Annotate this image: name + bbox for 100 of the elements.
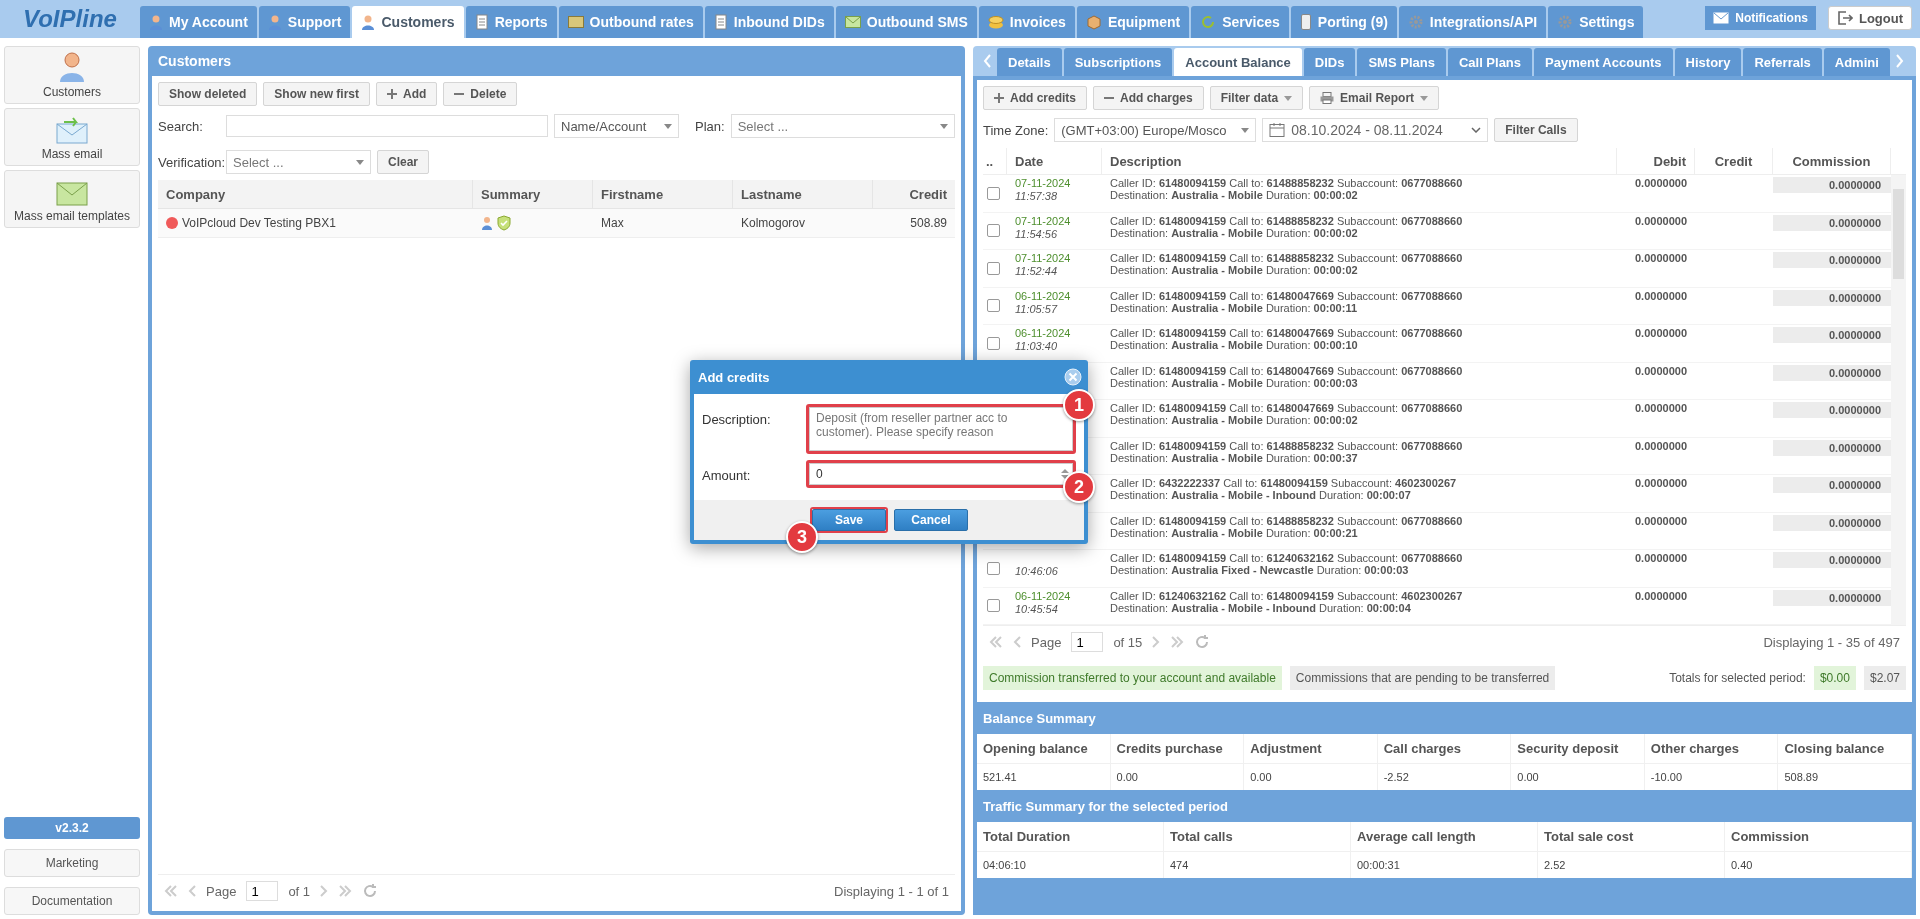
row-checkbox[interactable] <box>987 224 1000 238</box>
column-header[interactable]: Company <box>158 180 473 208</box>
table-cell-text: 0.0000000 <box>1634 288 1688 304</box>
refresh-icon[interactable] <box>1194 634 1211 650</box>
table-cell-text: 0.0000000 <box>1634 438 1688 454</box>
column-header[interactable]: .. <box>983 148 1007 174</box>
date-range-field[interactable]: 08.10.2024 - 08.11.2024 <box>1262 118 1489 142</box>
next-page-icon[interactable] <box>1152 635 1161 649</box>
row-checkbox[interactable] <box>987 599 1000 613</box>
sidebar-item[interactable]: Mass email templates <box>4 170 140 228</box>
envelope-icon <box>56 116 88 144</box>
page-count: of 15 <box>1113 634 1143 650</box>
column-header[interactable]: Lastname <box>733 180 873 208</box>
table-cell: 0.00 <box>1110 764 1245 790</box>
toolbar-button[interactable]: Show new first <box>263 82 371 106</box>
column-header[interactable]: Firstname <box>593 180 733 208</box>
sidebar-item[interactable]: Customers <box>4 46 140 104</box>
company-name: VoIPcloud Dev Testing PBX1 <box>182 216 336 230</box>
gear-icon <box>1557 14 1574 30</box>
row-checkbox[interactable] <box>987 299 1000 313</box>
column-header[interactable]: Summary <box>473 180 593 208</box>
previous-page-icon[interactable] <box>188 884 196 898</box>
sidebar-link[interactable]: Documentation <box>4 887 140 915</box>
column-header[interactable]: Commission <box>1773 148 1891 174</box>
previous-page-icon[interactable] <box>1013 635 1021 649</box>
page-count: of 1 <box>288 883 311 899</box>
sidebar-link[interactable]: Marketing <box>4 849 140 877</box>
phone-icon <box>1299 14 1312 30</box>
page-field[interactable]: 1 <box>246 881 279 901</box>
toolbar-button[interactable]: Filter data <box>1209 86 1304 110</box>
document-icon <box>713 14 728 30</box>
nav-tab[interactable]: Customers <box>352 6 464 38</box>
date-text: 06-11-2024 <box>1015 327 1072 340</box>
page-field[interactable]: 1 <box>1071 632 1104 652</box>
logout-button[interactable]: Logout <box>1827 6 1912 30</box>
cancel-button[interactable]: Cancel <box>894 509 968 531</box>
column-header[interactable]: Credit <box>1695 148 1773 174</box>
row-checkbox[interactable] <box>987 336 1000 350</box>
time-text: 10:45:54 <box>1015 602 1059 615</box>
time-text: 11:03:40 <box>1015 340 1058 352</box>
row-checkbox[interactable] <box>987 261 1000 275</box>
commission-cell: 0.0000000 <box>1773 177 1891 193</box>
description-field[interactable]: Deposit (from reseller partner acc to customer). Please specify reason <box>809 407 1073 451</box>
amount-field[interactable]: 0 <box>809 463 1073 485</box>
toolbar-button[interactable]: Email Report <box>1309 86 1440 110</box>
first-page-icon[interactable] <box>989 635 1003 649</box>
toolbar-button[interactable]: Delete <box>443 82 518 106</box>
total-value: $0.00 <box>1813 666 1856 690</box>
caret-icon <box>664 123 672 129</box>
close-icon[interactable] <box>1064 368 1082 386</box>
timezone-dropdown[interactable]: (GMT+03:00) Europe/Mosco <box>1054 118 1257 142</box>
column-header[interactable]: Description <box>1102 148 1617 174</box>
logo: VoIPline <box>22 4 118 34</box>
toolbar-button[interactable]: Show deleted <box>158 82 258 106</box>
column-header: Credits purchase <box>1110 734 1245 764</box>
save-button[interactable]: Save <box>812 509 886 531</box>
date-text: 07-11-2024 <box>1015 177 1072 190</box>
toolbar-button[interactable]: Add credits <box>983 86 1087 110</box>
scroll-right-icon[interactable] <box>1895 54 1904 68</box>
column-header[interactable]: Credit <box>873 180 955 208</box>
printer-icon <box>1320 92 1335 104</box>
call-details: Caller ID: 61480094159 Call to: 61480047669 Subaccount: 0677088660 <box>1110 402 1464 414</box>
table-cell: -10.00 <box>1644 764 1779 790</box>
legend-item: Commissions that are pending to be transferred <box>1289 666 1556 690</box>
total-value: $2.07 <box>1863 666 1906 690</box>
last-page-icon[interactable] <box>1170 635 1185 649</box>
search-field[interactable] <box>226 115 548 137</box>
page-label: Page <box>1031 634 1062 650</box>
scrollbar[interactable] <box>1891 175 1906 625</box>
table-cell-text: 0.0000000 <box>1634 251 1688 266</box>
call-destination: Destination: Australia - Mobile - Inbound Duration: 00:00:07 <box>1110 489 1412 501</box>
column-header[interactable]: Date <box>1007 148 1102 174</box>
table-cell: 00:00:31 <box>1351 852 1538 878</box>
scroll-left-icon[interactable] <box>983 54 991 68</box>
column-header: Average call length <box>1351 822 1538 852</box>
verification-dropdown[interactable]: Select ... <box>226 150 371 174</box>
call-destination: Destination: Australia - Mobile Duration: 00:00:37 <box>1110 451 1359 464</box>
last-page-icon[interactable] <box>338 884 353 898</box>
plan-dropdown[interactable]: Select ... <box>730 114 955 138</box>
sidebar-item[interactable]: Mass email <box>4 108 140 166</box>
tab[interactable]: Account Balance <box>1174 48 1302 76</box>
row-checkbox[interactable] <box>987 561 1000 575</box>
filter-calls-button[interactable]: Filter Calls <box>1494 118 1578 142</box>
toolbar-button[interactable]: Add <box>376 82 438 106</box>
column-header[interactable]: Debit <box>1617 148 1695 174</box>
clear-button[interactable]: Clear <box>377 150 430 174</box>
totals-label: Totals for selected period: <box>1669 671 1806 685</box>
next-page-icon[interactable] <box>320 884 329 898</box>
call-details: Caller ID: 61480094159 Call to: 61488858232 Subaccount: 0677088660 <box>1110 214 1464 227</box>
envelope-icon <box>844 16 861 28</box>
plus-icon <box>994 93 1004 103</box>
legend-item: Commission transferred to your account and available <box>983 666 1282 690</box>
toolbar-button[interactable]: Add charges <box>1093 86 1204 110</box>
refresh-icon[interactable] <box>362 883 379 899</box>
call-destination: Destination: Australia - Mobile Duration: 00:00:11 <box>1110 301 1359 314</box>
call-destination: Destination: Australia - Mobile Duration: 00:00:02 <box>1110 226 1359 239</box>
search-by-dropdown[interactable]: Name/Account <box>554 114 679 138</box>
row-checkbox[interactable] <box>987 186 1000 200</box>
shield-check-icon <box>497 215 511 231</box>
first-page-icon[interactable] <box>164 884 178 898</box>
